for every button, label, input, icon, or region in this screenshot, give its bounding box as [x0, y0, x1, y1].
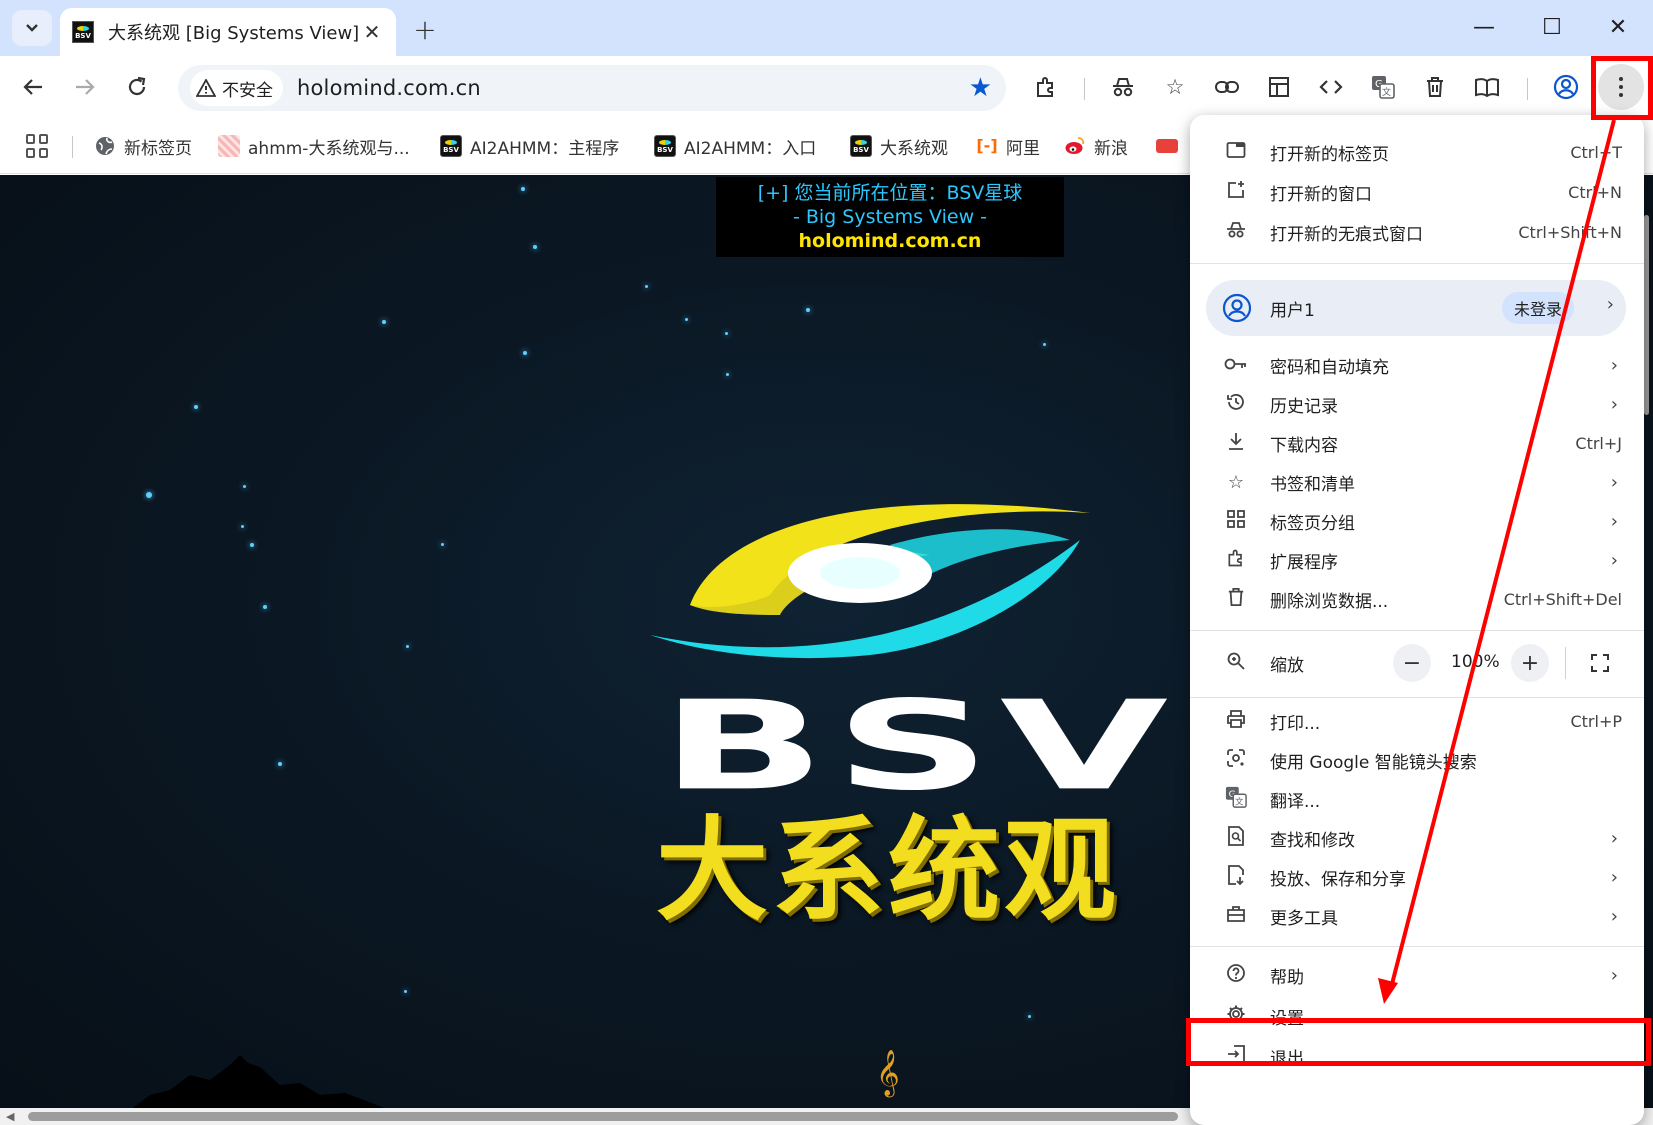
- annotation-arrow: [1378, 119, 1616, 1004]
